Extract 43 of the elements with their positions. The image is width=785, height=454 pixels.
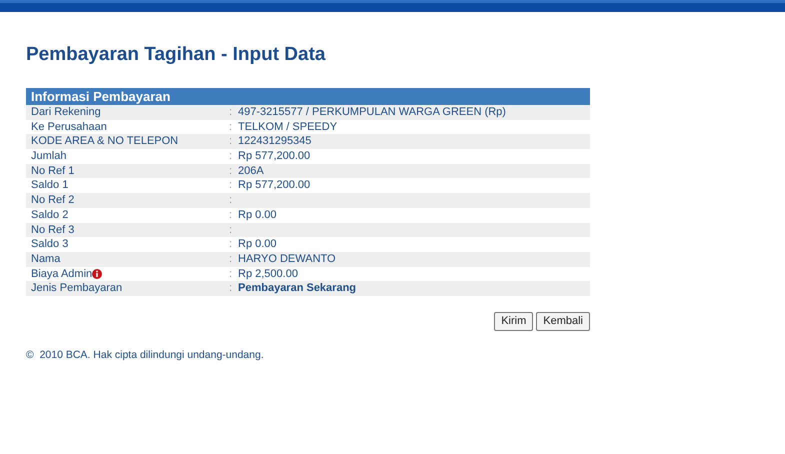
separator: : bbox=[229, 164, 234, 178]
back-button[interactable]: Kembali bbox=[536, 312, 590, 331]
separator: : bbox=[229, 105, 234, 120]
field-label: Jumlah bbox=[31, 149, 66, 164]
field-label: Jenis Pembayaran bbox=[31, 281, 122, 296]
field-label: No Ref 3 bbox=[31, 222, 74, 238]
field-label: KODE AREA & NO TELEPON bbox=[31, 134, 178, 150]
submit-button[interactable]: Kirim bbox=[494, 312, 534, 331]
page-title: Pembayaran Tagihan - Input Data bbox=[26, 43, 326, 67]
separator: : bbox=[229, 120, 234, 134]
field-value: 122431295345 bbox=[238, 134, 312, 150]
field-label: No Ref 2 bbox=[31, 193, 74, 208]
field-value: Rp 577,200.00 bbox=[238, 178, 310, 194]
field-value: Rp 0.00 bbox=[238, 237, 277, 252]
separator: : bbox=[229, 134, 234, 150]
field-label: Nama bbox=[31, 252, 60, 267]
separator: : bbox=[229, 281, 234, 296]
field-label: Saldo 3 bbox=[31, 237, 68, 252]
separator: : bbox=[229, 208, 234, 222]
separator: : bbox=[229, 252, 234, 267]
field-label: Saldo 2 bbox=[31, 208, 68, 223]
field-value: HARYO DEWANTO bbox=[238, 252, 336, 267]
field-value: 206A bbox=[238, 164, 264, 178]
separator: : bbox=[229, 178, 234, 194]
separator: : bbox=[229, 222, 234, 238]
field-value: Rp 2,500.00 bbox=[238, 266, 298, 282]
info-icon[interactable] bbox=[92, 268, 102, 279]
copyright-text: © 2010 BCA. Hak cipta dilindungi undang-undang. bbox=[26, 348, 265, 361]
field-label: Ke Perusahaan bbox=[31, 120, 107, 134]
field-label: Biaya Admin bbox=[31, 266, 92, 282]
table-header: Informasi Pembayaran bbox=[26, 88, 590, 105]
separator: : bbox=[229, 266, 234, 282]
field-label: Saldo 1 bbox=[31, 178, 68, 194]
separator: : bbox=[229, 237, 234, 252]
field-value: 497-3215577 / PERKUMPULAN WARGA GREEN (Rp) bbox=[238, 105, 506, 120]
field-value: TELKOM / SPEEDY bbox=[238, 120, 338, 134]
field-value: Pembayaran Sekarang bbox=[238, 281, 356, 296]
field-label: Dari Rekening bbox=[31, 105, 101, 120]
field-label: No Ref 1 bbox=[31, 164, 74, 178]
separator: : bbox=[229, 149, 234, 164]
field-value: Rp 577,200.00 bbox=[238, 149, 310, 164]
field-value: Rp 0.00 bbox=[238, 208, 277, 222]
separator: : bbox=[229, 193, 234, 208]
